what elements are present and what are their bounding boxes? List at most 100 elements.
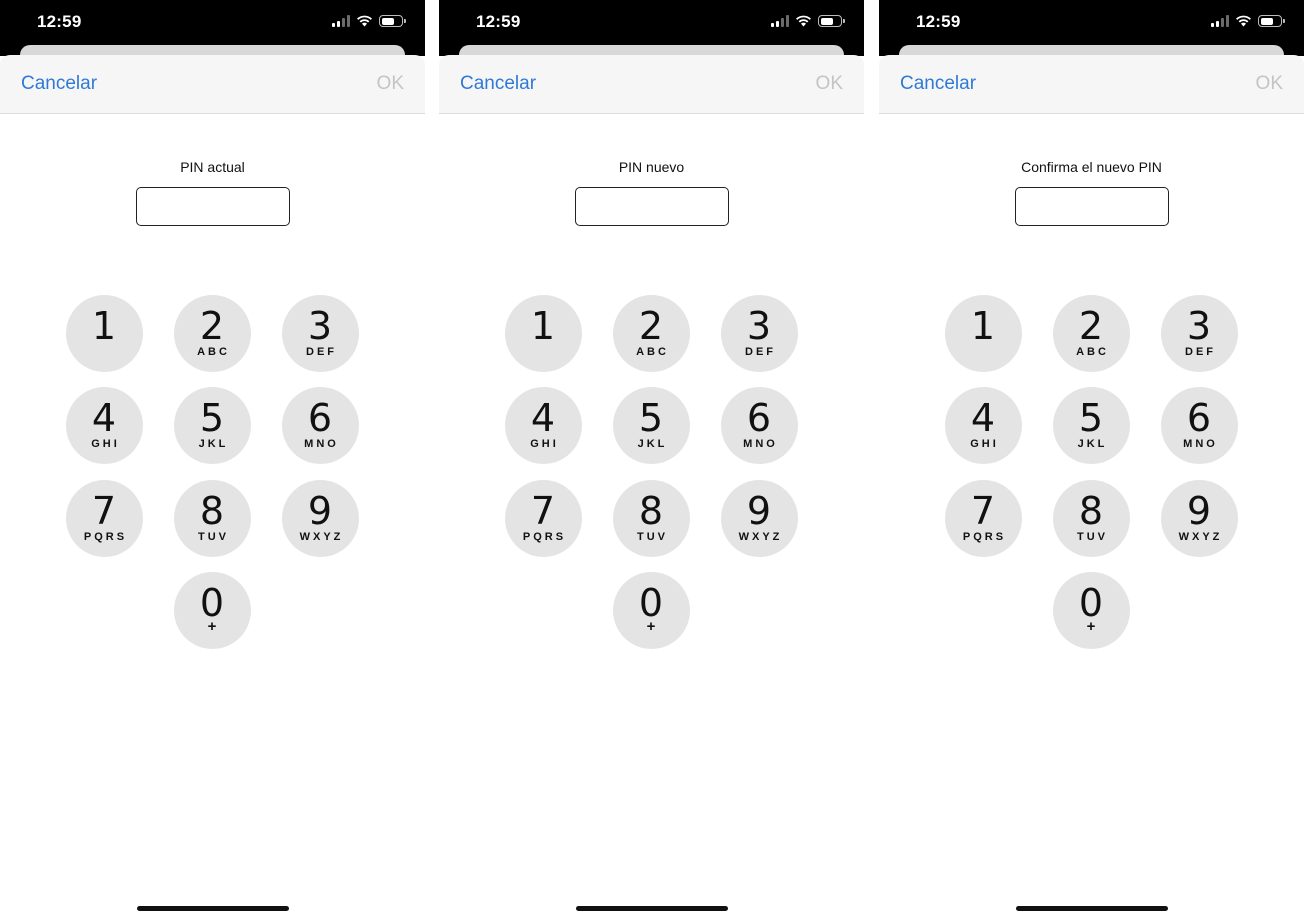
key-digit: 9	[307, 489, 333, 533]
key-1[interactable]: 1	[65, 295, 143, 372]
key-2[interactable]: 2 ABC	[1052, 295, 1130, 372]
key-1[interactable]: 1	[944, 295, 1022, 372]
key-digit: 8	[1078, 489, 1104, 533]
key-9[interactable]: 9 WXYZ	[281, 480, 359, 557]
home-indicator[interactable]	[1015, 906, 1168, 911]
key-4[interactable]: 4 GHI	[944, 387, 1022, 464]
key-digit: 6	[1186, 396, 1212, 440]
cancel-button[interactable]: Cancelar	[900, 73, 976, 95]
key-letters: ABC	[197, 346, 230, 358]
key-9[interactable]: 9 WXYZ	[1160, 480, 1238, 557]
key-5[interactable]: 5 JKL	[1052, 387, 1130, 464]
key-letters: PQRS	[83, 531, 128, 543]
key-digit: 8	[199, 489, 225, 533]
key-letters: TUV	[1077, 531, 1108, 543]
navigation-bar: Cancelar OK	[0, 55, 425, 114]
key-0[interactable]: 0 +	[612, 572, 690, 649]
status-time: 12:59	[476, 12, 521, 31]
key-letters: GHI	[970, 438, 999, 450]
cellular-signal-icon	[1211, 15, 1229, 27]
battery-icon	[1258, 15, 1285, 27]
home-indicator[interactable]	[575, 906, 728, 911]
key-digit: 9	[1186, 489, 1212, 533]
status-icons	[1211, 15, 1285, 27]
key-5[interactable]: 5 JKL	[173, 387, 251, 464]
key-digit: 4	[530, 396, 556, 440]
home-indicator[interactable]	[136, 906, 289, 911]
key-plus: +	[1086, 618, 1096, 635]
key-letters: WXYZ	[299, 531, 344, 543]
key-digit: 1	[91, 304, 117, 348]
status-icons	[771, 15, 845, 27]
cellular-signal-icon	[332, 15, 350, 27]
key-1[interactable]: 1	[504, 295, 582, 372]
key-digit: 6	[307, 396, 333, 440]
key-0[interactable]: 0 +	[1052, 572, 1130, 649]
key-8[interactable]: 8 TUV	[1052, 480, 1130, 557]
key-6[interactable]: 6 MNO	[720, 387, 798, 464]
current-pin-input[interactable]	[135, 187, 290, 226]
key-letters: WXYZ	[1178, 531, 1223, 543]
key-letters: ABC	[636, 346, 669, 358]
key-7[interactable]: 7 PQRS	[944, 480, 1022, 557]
status-time: 12:59	[916, 12, 961, 31]
key-digit: 5	[638, 396, 664, 440]
battery-icon	[379, 15, 406, 27]
key-digit: 5	[199, 396, 225, 440]
new-pin-input[interactable]	[574, 187, 729, 226]
key-7[interactable]: 7 PQRS	[65, 480, 143, 557]
pin-content: PIN nuevo 1 2 ABC 3 DEF 4 GHI 5 JKL 6 MNO 7 PQ…	[439, 114, 864, 920]
key-letters: WXYZ	[738, 531, 783, 543]
key-6[interactable]: 6 MNO	[1160, 387, 1238, 464]
key-0[interactable]: 0 +	[173, 572, 251, 649]
key-3[interactable]: 3 DEF	[281, 295, 359, 372]
status-icons	[332, 15, 406, 27]
ok-button[interactable]: OK	[377, 73, 404, 95]
key-digit: 8	[638, 489, 664, 533]
key-letters: MNO	[304, 438, 339, 450]
key-letters: TUV	[637, 531, 668, 543]
pin-label: Confirma el nuevo PIN	[1021, 159, 1162, 175]
key-letters: JKL	[1077, 438, 1108, 450]
wifi-icon	[1236, 15, 1251, 27]
confirm-pin-input[interactable]	[1014, 187, 1169, 226]
key-digit: 9	[746, 489, 772, 533]
battery-icon	[818, 15, 845, 27]
key-6[interactable]: 6 MNO	[281, 387, 359, 464]
key-5[interactable]: 5 JKL	[612, 387, 690, 464]
key-plus: +	[207, 618, 217, 635]
key-3[interactable]: 3 DEF	[720, 295, 798, 372]
status-time: 12:59	[37, 12, 82, 31]
phone-screen-current-pin: 12:59 Cancelar OK PIN actual 1 2 ABC 3 D…	[0, 0, 425, 920]
navigation-bar: Cancelar OK	[439, 55, 864, 114]
key-letters: JKL	[198, 438, 229, 450]
key-8[interactable]: 8 TUV	[173, 480, 251, 557]
phone-screen-new-pin: 12:59 Cancelar OK PIN nuevo 1 2 ABC 3 DE…	[439, 0, 864, 920]
cancel-button[interactable]: Cancelar	[460, 73, 536, 95]
key-letters: DEF	[306, 346, 337, 358]
key-digit: 7	[530, 489, 556, 533]
key-8[interactable]: 8 TUV	[612, 480, 690, 557]
cancel-button[interactable]: Cancelar	[21, 73, 97, 95]
key-digit: 7	[970, 489, 996, 533]
wifi-icon	[796, 15, 811, 27]
key-letters: MNO	[743, 438, 778, 450]
key-2[interactable]: 2 ABC	[612, 295, 690, 372]
key-letters: DEF	[745, 346, 776, 358]
key-digit: 7	[91, 489, 117, 533]
ok-button[interactable]: OK	[816, 73, 843, 95]
key-digit: 1	[970, 304, 996, 348]
key-digit: 3	[307, 304, 333, 348]
key-7[interactable]: 7 PQRS	[504, 480, 582, 557]
key-4[interactable]: 4 GHI	[504, 387, 582, 464]
navigation-bar: Cancelar OK	[879, 55, 1304, 114]
key-digit: 2	[1078, 304, 1104, 348]
key-2[interactable]: 2 ABC	[173, 295, 251, 372]
key-digit: 4	[91, 396, 117, 440]
key-3[interactable]: 3 DEF	[1160, 295, 1238, 372]
key-4[interactable]: 4 GHI	[65, 387, 143, 464]
key-letters: PQRS	[962, 531, 1007, 543]
phone-screen-confirm-pin: 12:59 Cancelar OK Confirma el nuevo PIN	[879, 0, 1304, 920]
key-9[interactable]: 9 WXYZ	[720, 480, 798, 557]
ok-button[interactable]: OK	[1256, 73, 1283, 95]
